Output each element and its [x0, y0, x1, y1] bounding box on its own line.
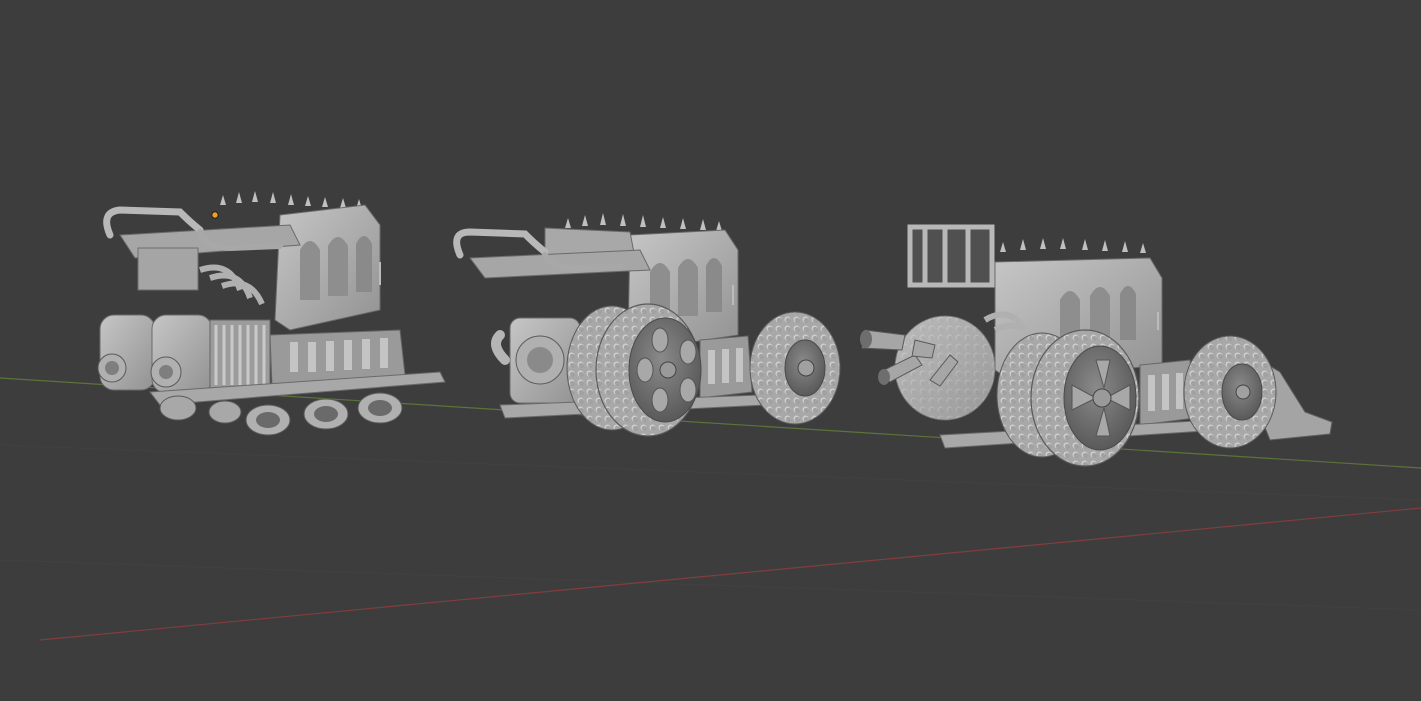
- viewport-canvas[interactable]: [0, 0, 1421, 701]
- vehicle-3-cage: [907, 224, 995, 288]
- vehicle-2[interactable]: [453, 213, 841, 437]
- vehicle-2-spikes: [565, 213, 722, 231]
- vehicle-1-radiator: [209, 319, 271, 391]
- vehicle-3-rear-wheel: [1030, 329, 1140, 467]
- vehicle-3[interactable]: [860, 224, 1333, 467]
- vehicle-2-front-wheel: [749, 311, 841, 425]
- object-origin-dot: [211, 211, 219, 219]
- vehicle-1[interactable]: [97, 191, 446, 436]
- x-axis-line: [39, 507, 1421, 641]
- vehicle-1-spikes: [220, 191, 362, 209]
- vehicle-2-rear-wheel: [595, 303, 702, 437]
- vehicle-3-front-wheel: [1183, 335, 1277, 449]
- 3d-viewport[interactable]: [0, 0, 1421, 701]
- floor-grid: [0, 444, 1421, 611]
- vehicle-3-spikes: [1000, 238, 1146, 253]
